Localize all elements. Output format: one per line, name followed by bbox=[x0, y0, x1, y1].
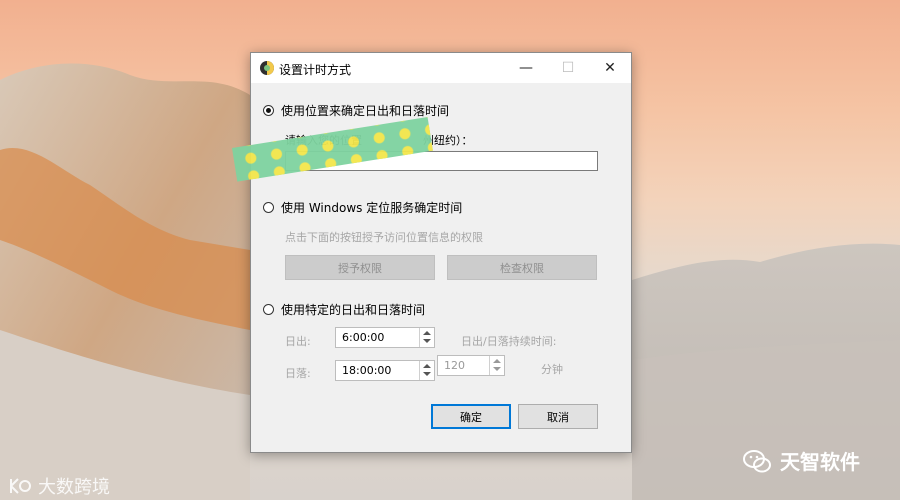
radio-windows-label: 使用 Windows 定位服务确定时间 bbox=[281, 201, 463, 215]
sunset-spinner[interactable] bbox=[419, 361, 434, 380]
wechat-icon bbox=[743, 449, 771, 472]
watermark-left: 大数跨境 bbox=[8, 473, 110, 499]
maximize-button[interactable]: ☐ bbox=[547, 53, 589, 83]
sunset-label: 日落: bbox=[285, 367, 311, 380]
app-icon bbox=[260, 61, 274, 75]
minimize-icon: — bbox=[519, 60, 533, 76]
watermark-right: 天智软件 bbox=[742, 446, 860, 475]
dialog-title: 设置计时方式 bbox=[279, 63, 352, 77]
cancel-button[interactable]: 取消 bbox=[518, 404, 598, 429]
sunset-up-icon[interactable] bbox=[423, 364, 431, 368]
radio-windows[interactable]: 使用 Windows 定位服务确定时间 bbox=[263, 199, 462, 216]
duration-spinner[interactable] bbox=[489, 356, 504, 375]
sunrise-time-value: 6:00:00 bbox=[342, 331, 385, 344]
check-permission-button[interactable]: 检查权限 bbox=[447, 255, 597, 280]
radio-location[interactable]: 使用位置来确定日出和日落时间 bbox=[263, 102, 449, 119]
sunrise-up-icon[interactable] bbox=[423, 331, 431, 335]
sunrise-label: 日出: bbox=[285, 335, 311, 348]
sunset-time-input[interactable]: 18:00:00 bbox=[335, 360, 435, 381]
radio-specific-label: 使用特定的日出和日落时间 bbox=[281, 303, 426, 317]
duration-label: 日出/日落持续时间: bbox=[461, 335, 557, 348]
sunrise-spinner[interactable] bbox=[419, 328, 434, 347]
title-bar[interactable]: 设置计时方式 — ☐ ✕ bbox=[251, 53, 631, 83]
watermark-right-text: 天智软件 bbox=[780, 450, 860, 474]
windows-hint: 点击下面的按钮授予访问位置信息的权限 bbox=[285, 231, 483, 244]
radio-specific[interactable]: 使用特定的日出和日落时间 bbox=[263, 301, 425, 318]
duration-up-icon[interactable] bbox=[493, 359, 501, 363]
maximize-icon: ☐ bbox=[561, 60, 575, 76]
sunrise-time-input[interactable]: 6:00:00 bbox=[335, 327, 435, 348]
radio-windows-indicator[interactable] bbox=[263, 202, 274, 213]
timing-settings-dialog: 设置计时方式 — ☐ ✕ 使用位置来确定日出和日落时间 请输入您的位置 州纽约）… bbox=[250, 52, 632, 453]
duration-unit: 分钟 bbox=[541, 363, 563, 376]
duration-input[interactable]: 120 bbox=[437, 355, 505, 376]
radio-location-indicator[interactable] bbox=[263, 105, 274, 116]
close-icon: ✕ bbox=[604, 60, 616, 76]
watermark-left-text: 大数跨境 bbox=[38, 477, 110, 498]
ok-button[interactable]: 确定 bbox=[431, 404, 511, 429]
sunset-time-value: 18:00:00 bbox=[342, 364, 392, 377]
radio-location-label: 使用位置来确定日出和日落时间 bbox=[281, 104, 450, 118]
sunrise-down-icon[interactable] bbox=[423, 339, 431, 343]
watermark-logo-icon bbox=[10, 478, 31, 494]
minimize-button[interactable]: — bbox=[505, 53, 547, 83]
grant-permission-button[interactable]: 授予权限 bbox=[285, 255, 435, 280]
close-button[interactable]: ✕ bbox=[589, 53, 631, 83]
sunset-down-icon[interactable] bbox=[423, 372, 431, 376]
duration-down-icon[interactable] bbox=[493, 367, 501, 371]
duration-value: 120 bbox=[444, 359, 465, 372]
radio-specific-indicator[interactable] bbox=[263, 304, 274, 315]
